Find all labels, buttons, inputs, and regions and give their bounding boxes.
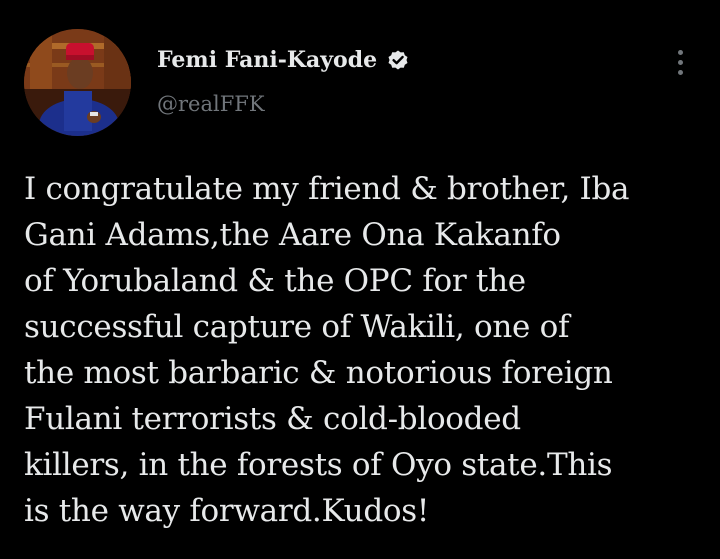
avatar-photo <box>24 29 131 136</box>
more-options-icon-dot <box>677 69 683 75</box>
avatar[interactable] <box>24 29 131 136</box>
tweet-text-line: the most barbaric & notorious foreign <box>24 355 613 391</box>
tweet-text-line: successful capture of Wakili, one of <box>24 309 570 345</box>
more-options-icon <box>677 49 683 55</box>
display-name[interactable]: Femi Fani-Kayode <box>157 47 377 73</box>
handle[interactable]: @realFFK <box>157 92 265 116</box>
verified-badge-icon <box>386 48 410 72</box>
tweet-text-line: Gani Adams,the Aare Ona Kakanfo <box>24 217 561 253</box>
tweet-text-line: I congratulate my friend & brother, Iba <box>24 171 630 207</box>
tweet-card: Femi Fani-Kayode @realFFK I congratulate… <box>0 0 720 559</box>
more-options-button[interactable] <box>668 45 692 79</box>
tweet-text-line: of Yorubaland & the OPC for the <box>24 263 526 299</box>
tweet-text-line: is the way forward.Kudos! <box>24 493 429 529</box>
tweet-text: I congratulate my friend & brother, Iba … <box>24 166 704 534</box>
more-options-icon-dot <box>677 59 683 65</box>
tweet-text-line: Fulani terrorists & cold-blooded <box>24 401 521 437</box>
tweet-text-line: killers, in the forests of Oyo state.Thi… <box>24 447 613 483</box>
display-name-row: Femi Fani-Kayode <box>157 42 410 78</box>
